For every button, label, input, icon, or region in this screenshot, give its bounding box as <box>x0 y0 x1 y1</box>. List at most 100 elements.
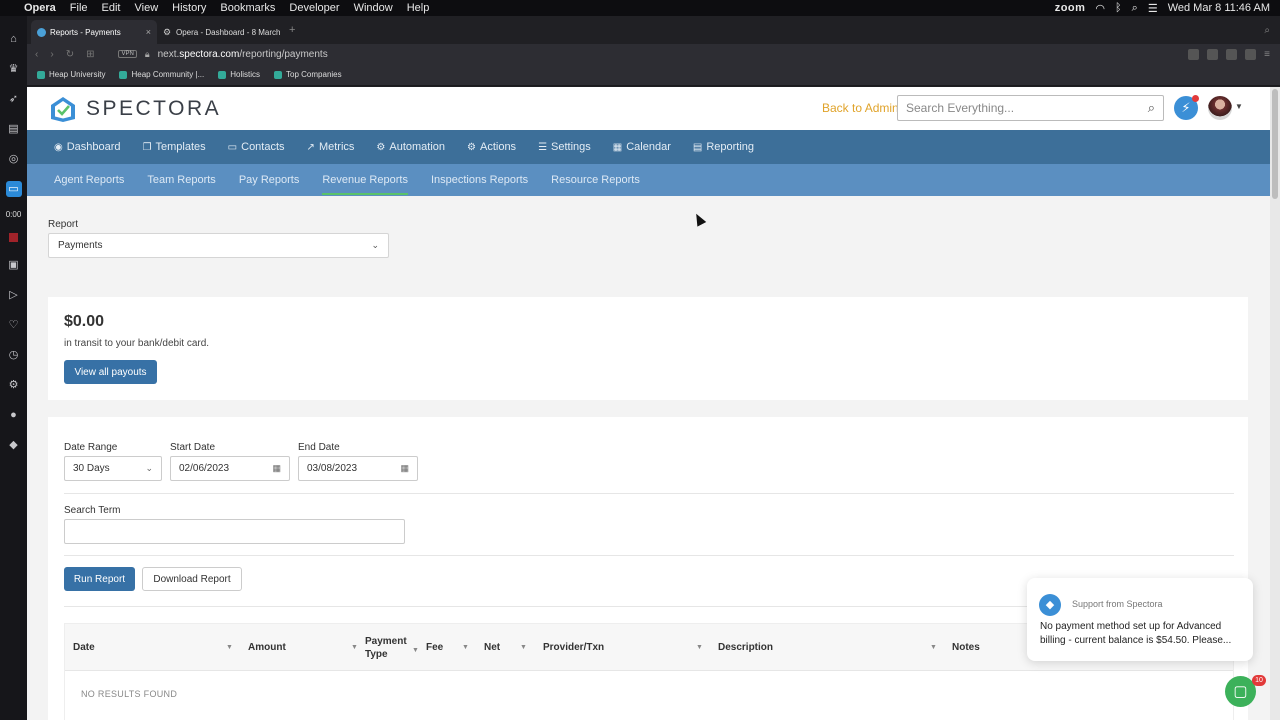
calendar-icon[interactable]: ▦ <box>400 463 409 474</box>
bookmark-item[interactable]: Heap Community |... <box>119 70 204 79</box>
vpn-badge[interactable]: VPN <box>118 50 137 58</box>
download-report-button[interactable]: Download Report <box>142 567 242 591</box>
menubar-clock[interactable]: Wed Mar 8 11:46 AM <box>1168 2 1270 14</box>
profile-icon[interactable] <box>1245 48 1257 60</box>
tab-search-icon[interactable]: ⌕ <box>1264 25 1270 36</box>
settings-gear-icon[interactable]: ⚙ <box>6 377 22 393</box>
sort-icon[interactable]: ▼ <box>462 644 469 651</box>
column-header-amount[interactable]: Amount ▼ <box>248 624 358 671</box>
extension-icon[interactable]: ● <box>6 407 22 423</box>
nav-actions[interactable]: ⚙ Actions <box>467 141 516 153</box>
rocket-icon[interactable]: ➶ <box>6 91 22 107</box>
nav-metrics[interactable]: ↗ Metrics <box>307 141 355 153</box>
control-center-icon[interactable]: ☰ <box>1148 2 1158 15</box>
workspace-icon[interactable]: ▭ <box>5 181 22 197</box>
extension-icon[interactable] <box>1207 48 1219 60</box>
sort-icon[interactable]: ▼ <box>520 644 527 651</box>
clipboard-icon[interactable]: ▣ <box>6 257 22 273</box>
bluetooth-icon[interactable]: ᛒ <box>1115 2 1122 14</box>
new-tab-icon[interactable]: + <box>289 24 295 36</box>
support-message-toast[interactable]: ◆ Support from Spectora No payment metho… <box>1027 578 1253 661</box>
column-header-notes[interactable]: Notes <box>952 624 1012 671</box>
date-range-select[interactable]: 30 Days ⌄ <box>64 456 162 481</box>
menu-help[interactable]: Help <box>407 2 430 14</box>
spectora-logo[interactable]: SPECTORA <box>49 95 221 123</box>
history-icon[interactable]: ◷ <box>6 347 22 363</box>
back-icon[interactable]: ‹ <box>35 49 38 60</box>
sort-icon[interactable]: ▼ <box>412 644 419 657</box>
nav-settings[interactable]: ☰ Settings <box>538 141 591 153</box>
sort-icon[interactable]: ▼ <box>930 644 937 651</box>
record-stop-icon[interactable] <box>9 233 18 242</box>
tab-reports-payments[interactable]: Reports - Payments × <box>31 20 157 44</box>
sort-icon[interactable]: ▼ <box>696 644 703 651</box>
sort-icon[interactable]: ▼ <box>351 644 358 651</box>
close-tab-icon[interactable]: × <box>146 27 151 37</box>
lock-icon[interactable]: 🔒︎ <box>145 49 150 60</box>
zoom-status-item[interactable]: zoom <box>1055 2 1086 14</box>
forward-icon[interactable]: › <box>50 49 53 60</box>
nav-automation[interactable]: ⚙ Automation <box>376 141 445 153</box>
messenger-icon[interactable]: ◎ <box>6 151 22 167</box>
nav-dashboard[interactable]: ◉ Dashboard <box>54 141 121 153</box>
tab-grid-icon[interactable]: ⊞ <box>86 49 94 60</box>
menu-view[interactable]: View <box>135 2 159 14</box>
crown-icon[interactable]: ♛ <box>6 61 22 77</box>
wifi-icon[interactable]: ◠ <box>1095 2 1105 15</box>
menu-developer[interactable]: Developer <box>289 2 339 14</box>
column-header-date[interactable]: Date ▼ <box>73 624 233 671</box>
bookmark-item[interactable]: Holistics <box>218 70 260 79</box>
subnav-team-reports[interactable]: Team Reports <box>147 164 215 196</box>
subnav-inspections-reports[interactable]: Inspections Reports <box>431 164 528 196</box>
subnav-resource-reports[interactable]: Resource Reports <box>551 164 640 196</box>
column-header-provider-txn[interactable]: Provider/Txn ▼ <box>543 624 708 671</box>
wallet-icon[interactable]: ◆ <box>6 437 22 453</box>
extension-icon[interactable] <box>1188 48 1200 60</box>
report-select[interactable]: Payments ⌄ <box>48 233 389 258</box>
page-scrollbar[interactable] <box>1270 87 1280 720</box>
nav-templates[interactable]: ❐ Templates <box>143 141 206 153</box>
heart-icon[interactable]: ♡ <box>6 317 22 333</box>
nav-reporting[interactable]: ▤ Reporting <box>693 141 754 153</box>
start-date-field[interactable]: 02/06/2023 ▦ <box>170 456 290 481</box>
menu-icon[interactable]: ≡ <box>1264 49 1270 60</box>
search-input[interactable]: Search Everything... ⌕ <box>897 95 1164 121</box>
run-report-button[interactable]: Run Report <box>64 567 135 591</box>
lightning-notifications-button[interactable]: ⚡︎ <box>1174 95 1199 120</box>
send-icon[interactable]: ▷ <box>6 287 22 303</box>
subnav-pay-reports[interactable]: Pay Reports <box>239 164 300 196</box>
menu-history[interactable]: History <box>172 2 206 14</box>
menu-file[interactable]: File <box>70 2 88 14</box>
nav-calendar[interactable]: ▦ Calendar <box>613 141 671 153</box>
sort-icon[interactable]: ▼ <box>226 644 233 651</box>
nav-contacts[interactable]: ▭ Contacts <box>228 141 285 153</box>
view-all-payouts-button[interactable]: View all payouts <box>64 360 157 384</box>
bookmark-item[interactable]: Top Companies <box>274 70 342 79</box>
home-icon[interactable]: ⌂ <box>6 31 22 47</box>
tab-opera-dashboard[interactable]: ⚙ Opera - Dashboard - 8 March 2 <box>157 20 283 44</box>
user-avatar[interactable] <box>1208 96 1232 120</box>
chevron-down-icon[interactable]: ▼ <box>1235 102 1243 111</box>
news-icon[interactable]: ▤ <box>6 121 22 137</box>
scrollbar-thumb[interactable] <box>1272 89 1278 199</box>
column-header-fee[interactable]: Fee ▼ <box>426 624 471 671</box>
menu-bookmarks[interactable]: Bookmarks <box>220 2 275 14</box>
url-field[interactable]: next.spectora.com/reporting/payments <box>158 49 328 60</box>
subnav-revenue-reports[interactable]: Revenue Reports <box>322 164 408 196</box>
spotlight-icon[interactable]: ⌕ <box>1132 2 1138 15</box>
bookmark-item[interactable]: Heap University <box>37 70 105 79</box>
calendar-icon[interactable]: ▦ <box>272 463 281 474</box>
reload-icon[interactable]: ↻ <box>66 49 74 60</box>
column-header-payment-type[interactable]: Payment Type ▼ <box>365 624 420 671</box>
menu-edit[interactable]: Edit <box>102 2 121 14</box>
subnav-agent-reports[interactable]: Agent Reports <box>54 164 124 196</box>
menu-window[interactable]: Window <box>354 2 393 14</box>
menu-app-name[interactable]: Opera <box>24 2 56 14</box>
search-icon[interactable]: ⌕ <box>1148 100 1155 116</box>
column-header-description[interactable]: Description ▼ <box>718 624 943 671</box>
search-term-input[interactable] <box>64 519 405 544</box>
end-date-field[interactable]: 03/08/2023 ▦ <box>298 456 418 481</box>
column-header-net[interactable]: Net ▼ <box>484 624 529 671</box>
back-to-admin-link[interactable]: Back to Admin <box>822 101 899 115</box>
extension-icon[interactable] <box>1226 48 1238 60</box>
